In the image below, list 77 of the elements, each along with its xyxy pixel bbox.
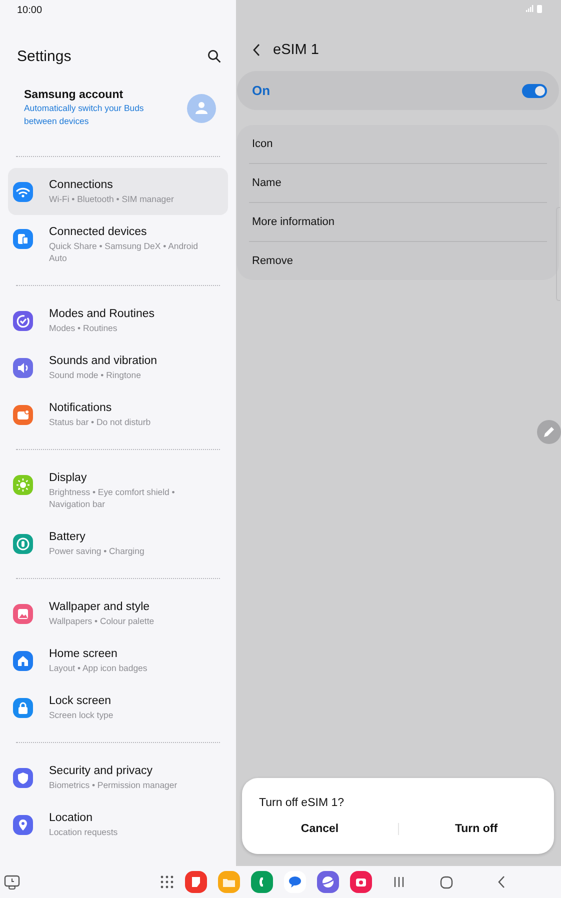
item-subtitle: Modes • Routines (49, 322, 118, 334)
account-name: Samsung account (24, 89, 124, 101)
search-icon[interactable] (207, 48, 222, 64)
battery-icon (13, 534, 33, 554)
camera-app-icon[interactable] (350, 871, 372, 893)
item-title: Sounds and vibration (49, 354, 158, 369)
item-subtitle: Biometrics • Permission manager (49, 779, 178, 791)
item-subtitle: Layout • App icon badges (49, 662, 148, 674)
item-title: Home screen (49, 647, 118, 662)
account-subtitle: Automatically switch your Buds between devices (24, 102, 145, 128)
settings-item[interactable]: Connections Wi-Fi • Bluetooth • SIM manager (8, 168, 228, 215)
settings-item[interactable]: Notifications Status bar • Do not disturb (8, 391, 228, 438)
page-title: eSIM 1 (273, 42, 319, 58)
phone-app-icon[interactable] (251, 871, 273, 893)
item-title: Notifications (49, 401, 113, 416)
image-icon (13, 604, 33, 624)
item-title: Connections (49, 178, 114, 193)
item-subtitle: Wallpapers • Colour palette (49, 615, 156, 627)
item-title: Connected devices (49, 225, 148, 240)
pencil-icon[interactable] (537, 420, 561, 444)
settings-item[interactable]: Security and privacy Biometrics • Permission manager (8, 754, 228, 801)
item-title: Wallpaper and style (49, 600, 151, 615)
menu-item[interactable]: Remove (249, 242, 547, 280)
settings-item[interactable]: Home screen Layout • App icon badges (8, 637, 228, 684)
item-subtitle: Sound mode • Ringtone (49, 369, 142, 381)
settings-item[interactable]: Connected devices Quick Share • Samsung DeX • Android Auto (8, 215, 228, 274)
item-subtitle: Power saving • Charging (49, 545, 146, 557)
back-icon[interactable] (497, 875, 506, 889)
item-title: Location (49, 811, 94, 826)
wifi-icon (13, 182, 33, 202)
settings-item[interactable]: Lock screen Screen lock type (8, 684, 228, 731)
status-time: 10:00 (16, 4, 44, 18)
settings-item[interactable]: Modes and Routines Modes • Routines (8, 297, 228, 344)
location-pin-icon (13, 815, 33, 835)
item-subtitle: Location requests (49, 826, 119, 838)
app-grid-icon[interactable] (160, 875, 174, 889)
dialog-title: Turn off eSIM 1? (258, 797, 346, 809)
item-title: Battery (49, 530, 86, 545)
item-title: Security and privacy (49, 764, 154, 779)
item-subtitle: Status bar • Do not disturb (49, 416, 152, 428)
devices-icon (13, 229, 33, 249)
settings-item[interactable]: Sounds and vibration Sound mode • Ringtone (8, 344, 228, 391)
menu-item[interactable]: More information (249, 203, 547, 241)
toggle-label: On (252, 83, 270, 98)
notification-icon (13, 405, 33, 425)
menu-item[interactable]: Icon (249, 125, 547, 163)
item-subtitle: Screen lock type (49, 709, 114, 721)
item-title: Display (49, 471, 88, 486)
item-subtitle: Wi-Fi • Bluetooth • SIM manager (49, 193, 175, 205)
toggle-switch[interactable] (522, 84, 547, 98)
item-subtitle: Quick Share • Samsung DeX • Android Auto (49, 240, 200, 264)
item-subtitle: Brightness • Eye comfort shield • Navigation bar (49, 486, 176, 510)
planet-app-icon[interactable] (317, 871, 339, 893)
back-icon[interactable] (252, 43, 261, 57)
dialog-button[interactable]: Turn off (398, 817, 554, 841)
dialog-button[interactable]: Cancel (242, 817, 398, 841)
menu-item[interactable]: Name (249, 164, 547, 202)
lock-icon (13, 698, 33, 718)
settings-item[interactable]: Display Brightness • Eye comfort shield • Navigation bar (8, 461, 228, 520)
item-title: Lock screen (49, 694, 112, 709)
home-icon (13, 651, 33, 671)
settings-item[interactable]: Battery Power saving • Charging (8, 520, 228, 567)
notes-app-icon[interactable] (185, 871, 207, 893)
account-item[interactable]: Samsung account Automatically switch your Buds between devices (8, 67, 228, 128)
settings-item[interactable]: Wallpaper and style Wallpapers • Colour palette (8, 590, 228, 637)
settings-item[interactable]: Location Location requests (8, 801, 228, 848)
signal-battery-icon (525, 4, 545, 13)
recent-apps-icon[interactable] (4, 874, 20, 890)
settings-title: Settings (17, 48, 72, 64)
sun-icon (13, 475, 33, 495)
home-icon[interactable] (440, 876, 453, 888)
recents-icon[interactable] (393, 876, 405, 888)
chat-bubble-app-icon[interactable] (284, 871, 306, 893)
speaker-icon (13, 358, 33, 378)
avatar-icon (187, 94, 216, 123)
item-title: Modes and Routines (49, 307, 156, 322)
shield-icon (13, 768, 33, 788)
